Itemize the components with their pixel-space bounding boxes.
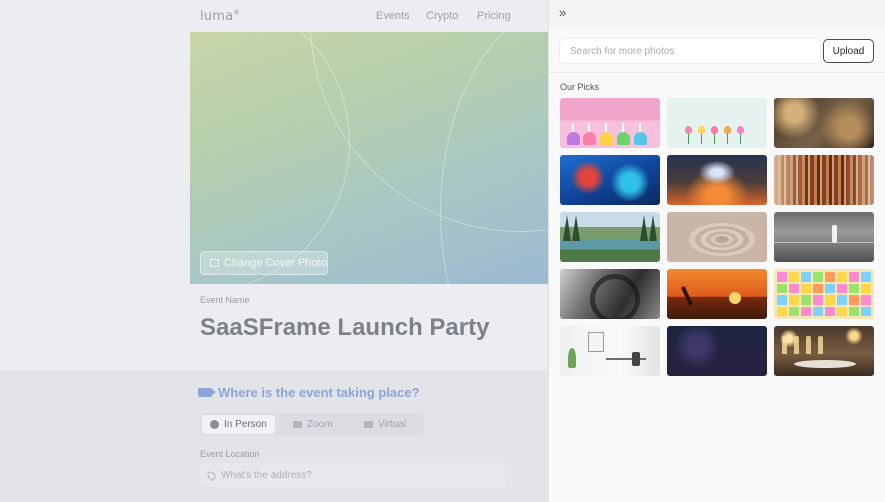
divider bbox=[549, 72, 885, 73]
address-input[interactable]: What's the address? bbox=[200, 463, 505, 487]
location-heading-text: Where is the event taking place? bbox=[218, 385, 420, 400]
globe-icon bbox=[210, 420, 219, 429]
change-cover-photo-label: Change Cover Photo bbox=[224, 257, 327, 269]
tab-zoom[interactable]: Zoom bbox=[285, 415, 341, 434]
photo-search-row: Upload bbox=[560, 39, 875, 63]
cover-photo bbox=[190, 32, 548, 284]
map-pin-icon bbox=[205, 469, 218, 481]
nav-link-events[interactable]: Events bbox=[376, 10, 410, 22]
photo-sunset-yoga[interactable] bbox=[667, 269, 767, 319]
photo-candles-books[interactable] bbox=[774, 98, 874, 148]
tab-virtual[interactable]: Virtual bbox=[356, 415, 414, 434]
tab-virtual-label: Virtual bbox=[378, 419, 407, 430]
video-camera-icon bbox=[198, 388, 216, 397]
nav-link-pricing[interactable]: Pricing bbox=[477, 10, 511, 22]
location-type-tabs: In Person Zoom Virtual bbox=[200, 413, 424, 436]
video-icon bbox=[293, 421, 302, 428]
luma-logo[interactable]: luma° bbox=[200, 9, 240, 24]
photo-bw-corridor[interactable] bbox=[774, 212, 874, 262]
change-cover-photo-button[interactable]: Change Cover Photo bbox=[200, 251, 328, 275]
upload-button[interactable]: Upload bbox=[823, 39, 874, 63]
event-location-label: Event Location bbox=[200, 449, 260, 459]
photo-mountain-lake[interactable] bbox=[560, 212, 660, 262]
photo-bw-camera[interactable] bbox=[560, 269, 660, 319]
tab-zoom-label: Zoom bbox=[307, 419, 333, 430]
our-picks-label: Our Picks bbox=[560, 82, 600, 92]
address-placeholder: What's the address? bbox=[221, 469, 312, 481]
event-name-label: Event Name bbox=[200, 295, 250, 305]
photo-search-input[interactable] bbox=[560, 39, 820, 63]
photo-zen-sand[interactable] bbox=[667, 212, 767, 262]
photo-library[interactable] bbox=[774, 155, 874, 205]
photo-office-desk[interactable] bbox=[560, 326, 660, 376]
photo-tulips[interactable] bbox=[667, 98, 767, 148]
photo-dj-turntable[interactable] bbox=[560, 155, 660, 205]
photo-concert-stage[interactable] bbox=[667, 155, 767, 205]
event-name-title[interactable]: SaaSFrame Launch Party bbox=[200, 314, 489, 342]
photo-sticky-notes[interactable] bbox=[774, 269, 874, 319]
photo-dinner-party[interactable] bbox=[774, 326, 874, 376]
image-icon bbox=[210, 259, 219, 267]
panel-header: » bbox=[549, 0, 885, 28]
photo-cupcakes[interactable] bbox=[560, 98, 660, 148]
photo-picker-panel: » Upload Our Picks bbox=[548, 0, 885, 502]
nav-link-crypto[interactable]: Crypto bbox=[426, 10, 458, 22]
monitor-icon bbox=[364, 421, 373, 428]
location-heading: Where is the event taking place? bbox=[198, 385, 420, 400]
photo-dark-abstract[interactable] bbox=[667, 326, 767, 376]
double-chevron-right-icon[interactable]: » bbox=[559, 6, 566, 20]
tab-in-person[interactable]: In Person bbox=[202, 415, 275, 434]
tab-in-person-label: In Person bbox=[224, 419, 267, 430]
photo-grid bbox=[560, 98, 874, 376]
